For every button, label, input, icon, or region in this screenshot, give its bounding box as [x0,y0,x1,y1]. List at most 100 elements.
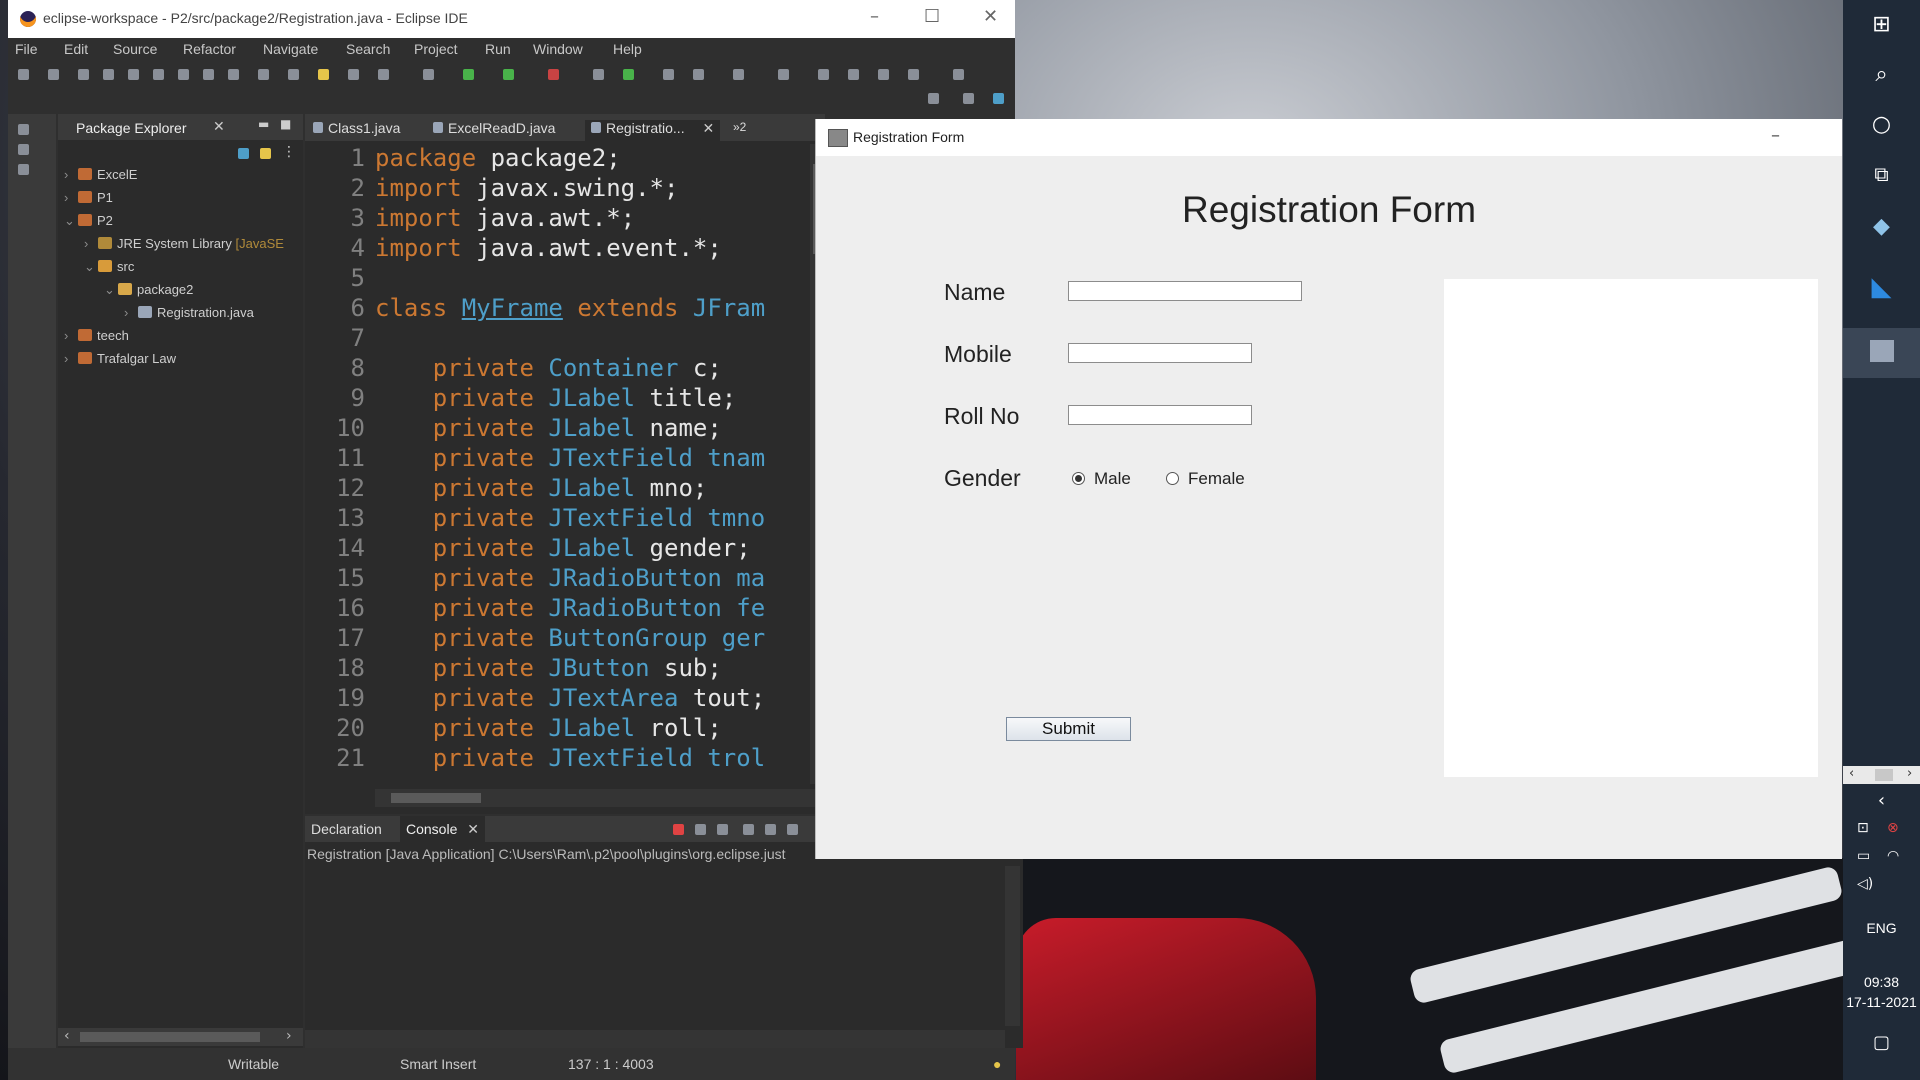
vertical-scrollbar[interactable] [1005,866,1020,1026]
desktop-scrollbar[interactable]: ‹ › [1843,766,1920,784]
prev-annotation-icon[interactable] [778,69,789,80]
java-app-taskbar-icon[interactable] [1843,328,1920,378]
horizontal-scrollbar[interactable] [375,789,815,807]
chevron-right-icon[interactable]: › [64,351,78,366]
tab-declaration[interactable]: Declaration [311,821,382,837]
pin-console-icon[interactable] [787,824,798,835]
menu-file[interactable]: File [15,41,38,57]
view-menu-icon[interactable]: ⋮ [282,144,296,160]
volume-icon[interactable]: ◁) [1857,876,1873,892]
windows-start-icon[interactable]: ⊞ [1843,12,1920,37]
horizontal-scrollbar[interactable]: ‹ › [58,1028,303,1046]
scroll-right-icon[interactable]: › [1907,766,1912,781]
toggle-block-icon[interactable] [348,69,359,80]
disconnect-icon[interactable] [153,69,164,80]
wifi-icon[interactable]: ◠ [1887,848,1899,864]
task-list-icon[interactable] [18,164,29,175]
menu-source[interactable]: Source [113,41,157,57]
tree-item-p1[interactable]: › P1 [64,190,113,205]
scroll-thumb[interactable] [1875,769,1893,781]
task-view-icon[interactable]: ⧉ [1843,162,1920,186]
new-icon[interactable] [18,69,29,80]
external-tools-icon[interactable] [548,69,559,80]
menu-help[interactable]: Help [613,41,642,57]
search-icon[interactable]: ⌕ [1843,62,1920,87]
tab-excelreadd-java[interactable]: ExcelReadD.java [433,120,555,136]
java-perspective-icon[interactable] [963,93,974,104]
step-over-icon[interactable] [203,69,214,80]
notification-icon[interactable]: ▢ [1843,1032,1920,1053]
lightbulb-icon[interactable]: ● [993,1056,1001,1072]
close-tab-icon[interactable]: ✕ [702,120,714,136]
menu-refactor[interactable]: Refactor [183,41,236,57]
show-whitespace-icon[interactable] [378,69,389,80]
meet-now-icon[interactable]: ⊡ [1857,820,1869,836]
terminate-icon[interactable] [128,69,139,80]
more-tabs-button[interactable]: »2 [733,120,746,134]
open-type-icon[interactable] [663,69,674,80]
cortana-icon[interactable]: ○ [1843,112,1920,137]
minimize-icon[interactable]: – [1771,125,1780,146]
menu-run[interactable]: Run [485,41,511,57]
menu-navigate[interactable]: Navigate [263,41,318,57]
scroll-thumb[interactable] [80,1032,260,1042]
highlight-icon[interactable] [318,69,329,80]
name-field[interactable] [1068,281,1302,301]
navigate-back-icon[interactable] [908,69,919,80]
save-icon[interactable] [48,69,59,80]
search-icon[interactable] [928,93,939,104]
clock-date[interactable]: 17-11-2021 [1843,994,1920,1010]
output-text-area[interactable] [1444,279,1818,777]
male-label[interactable]: Male [1094,469,1131,489]
last-edit-icon[interactable] [878,69,889,80]
run-icon[interactable] [463,69,474,80]
skip-breakpoints-icon[interactable] [288,69,299,80]
annotation-icon[interactable] [733,69,744,80]
app-icon[interactable]: ◆ [1843,214,1920,239]
step-into-icon[interactable] [178,69,189,80]
menu-project[interactable]: Project [414,41,458,57]
tree-item-package2[interactable]: ⌄ package2 [104,282,193,298]
tree-item-trafalgar-law[interactable]: › Trafalgar Law [64,351,176,366]
chevron-down-icon[interactable]: ⌄ [104,282,118,298]
clock-time[interactable]: 09:38 [1843,974,1920,990]
debug-perspective-icon[interactable] [993,93,1004,104]
chevron-down-icon[interactable]: ⌄ [84,259,98,275]
search-tool-icon[interactable] [693,69,704,80]
scroll-thumb[interactable] [391,793,481,803]
clear-console-icon[interactable] [743,824,754,835]
battery-icon[interactable]: ▭ [1857,848,1870,864]
debug-icon[interactable] [423,69,434,80]
resume-icon[interactable] [78,69,89,80]
scroll-lock-icon[interactable] [765,824,776,835]
language-indicator[interactable]: ENG [1843,920,1920,936]
chevron-right-icon[interactable]: › [64,167,78,182]
chevron-right-icon[interactable]: › [84,236,98,251]
close-icon[interactable]: ✕ [983,6,998,27]
outline-icon[interactable] [18,144,29,155]
open-task-icon[interactable] [258,69,269,80]
tree-item-excele[interactable]: › ExcelE [64,167,137,182]
tree-item-registration-java[interactable]: › Registration.java [124,305,254,320]
step-return-icon[interactable] [228,69,239,80]
female-label[interactable]: Female [1188,469,1245,489]
remove-all-icon[interactable] [717,824,728,835]
minimize-icon[interactable]: – [870,6,879,27]
maximize-icon[interactable]: ☐ [924,6,940,27]
tree-item-src[interactable]: ⌄ src [84,259,134,275]
forward-icon[interactable] [848,69,859,80]
tab-class1-java[interactable]: Class1.java [313,120,400,136]
suspend-icon[interactable] [103,69,114,80]
tree-item-p2[interactable]: ⌄ P2 [64,213,113,229]
terminate-icon[interactable] [673,824,684,835]
chevron-right-icon[interactable]: › [64,328,78,343]
menu-search[interactable]: Search [346,41,390,57]
mobile-field[interactable] [1068,343,1252,363]
package-explorer-tab[interactable]: Package Explorer ✕ ▬ ■ [58,114,303,140]
scroll-left-icon[interactable]: ‹ [64,1028,70,1044]
new-class-icon[interactable] [623,69,634,80]
back-icon[interactable] [818,69,829,80]
scroll-left-icon[interactable]: ‹ [1849,766,1854,781]
link-with-editor-icon[interactable] [260,148,271,159]
submit-button[interactable]: Submit [1006,717,1131,741]
